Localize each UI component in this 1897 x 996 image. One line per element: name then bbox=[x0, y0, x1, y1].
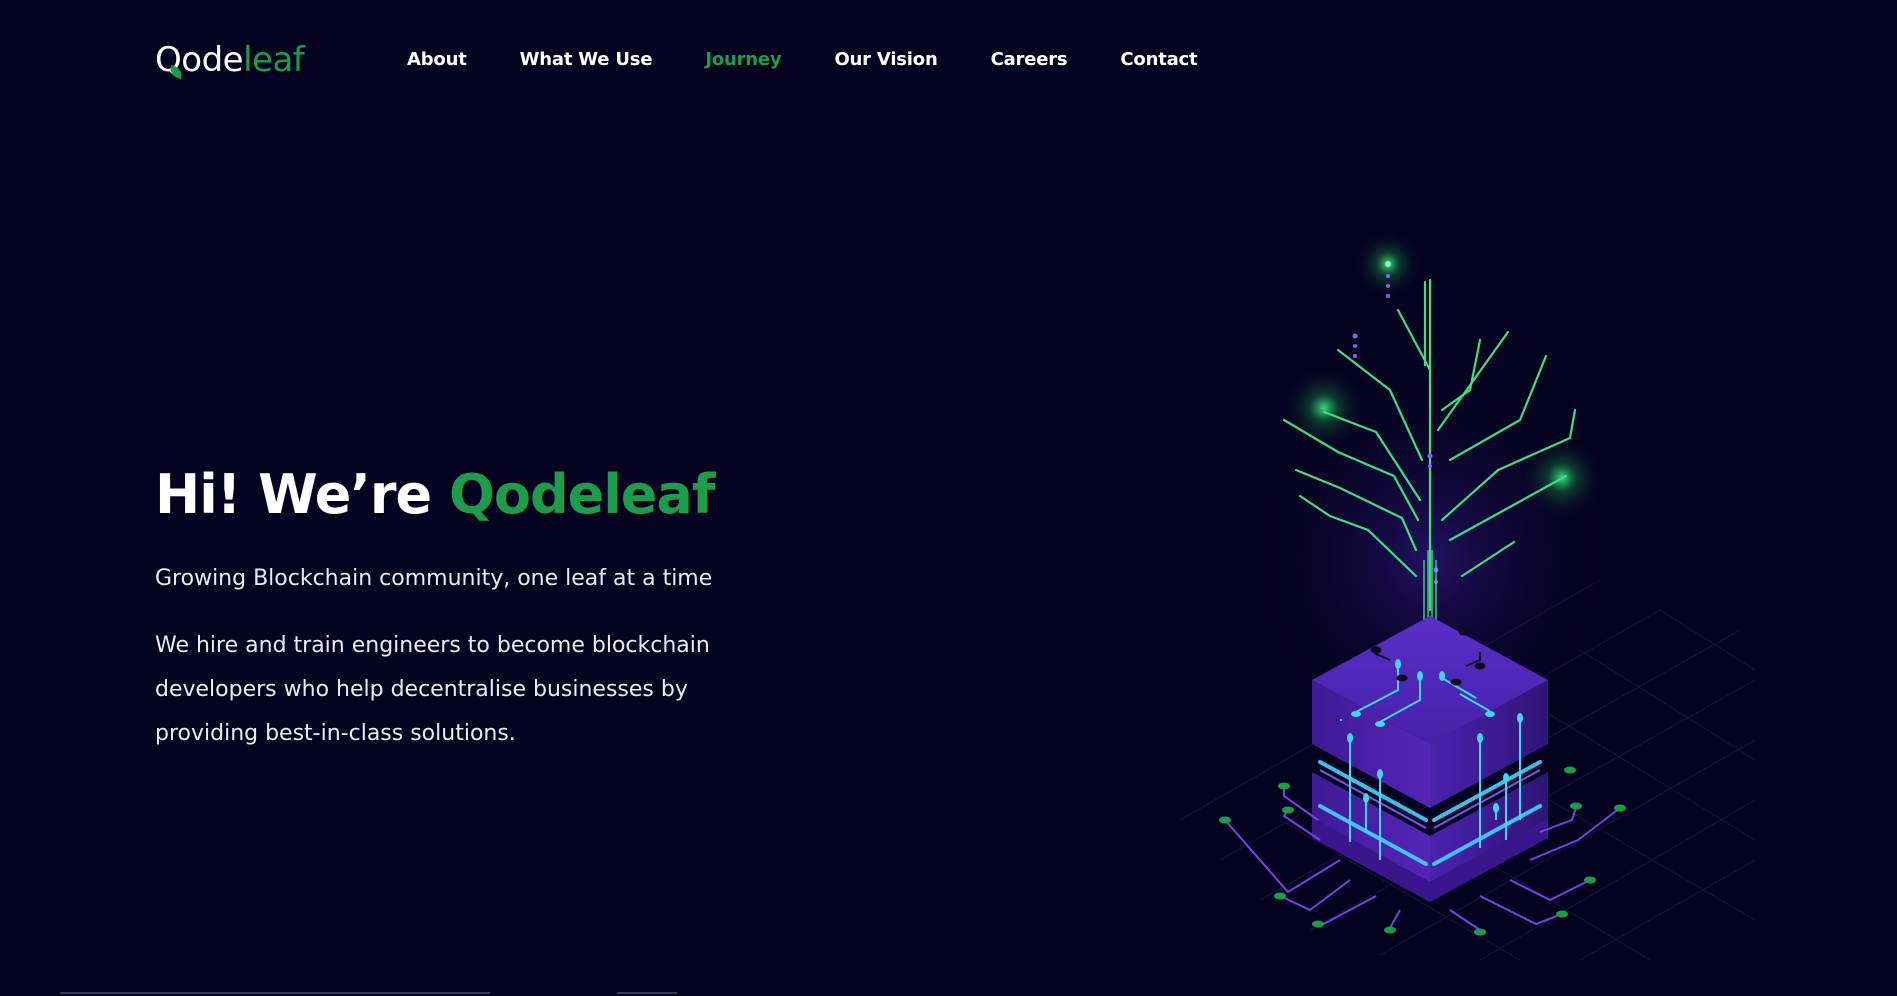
qodeleaf-logo[interactable]: Q odeleaf bbox=[155, 38, 305, 82]
nav-item-what-we-use[interactable]: What We Use bbox=[520, 49, 653, 70]
logo-leaf-text: leaf bbox=[243, 40, 305, 80]
logo-ode-text: ode bbox=[181, 40, 244, 80]
hero-description: We hire and train engineers to become bl… bbox=[155, 633, 710, 746]
site-header: Q odeleaf About What We Use Journey Our … bbox=[0, 0, 1897, 120]
nav-item-journey[interactable]: Journey bbox=[705, 49, 781, 70]
hero-section: Hi! We’re Qodeleaf Growing Blockchain co… bbox=[155, 460, 855, 756]
section-divider bbox=[60, 992, 490, 994]
logo-wordmark: Q odeleaf bbox=[155, 38, 305, 82]
section-divider-short bbox=[617, 992, 677, 994]
hero-title: Hi! We’re Qodeleaf bbox=[155, 460, 855, 530]
hero-title-accent: Qodeleaf bbox=[448, 463, 715, 526]
main-nav: About What We Use Journey Our Vision Car… bbox=[407, 44, 1250, 74]
hero-title-prefix: Hi! We’re bbox=[155, 463, 449, 526]
nav-item-contact[interactable]: Contact bbox=[1120, 49, 1197, 70]
nav-item-careers[interactable]: Careers bbox=[991, 49, 1068, 70]
nav-item-our-vision[interactable]: Our Vision bbox=[834, 49, 937, 70]
nav-item-about[interactable]: About bbox=[407, 49, 467, 70]
blockchain-tree-cube-illustration bbox=[1179, 220, 1760, 961]
logo-q-mark: Q bbox=[155, 38, 185, 82]
hero-tagline: Growing Blockchain community, one leaf a… bbox=[155, 566, 713, 591]
